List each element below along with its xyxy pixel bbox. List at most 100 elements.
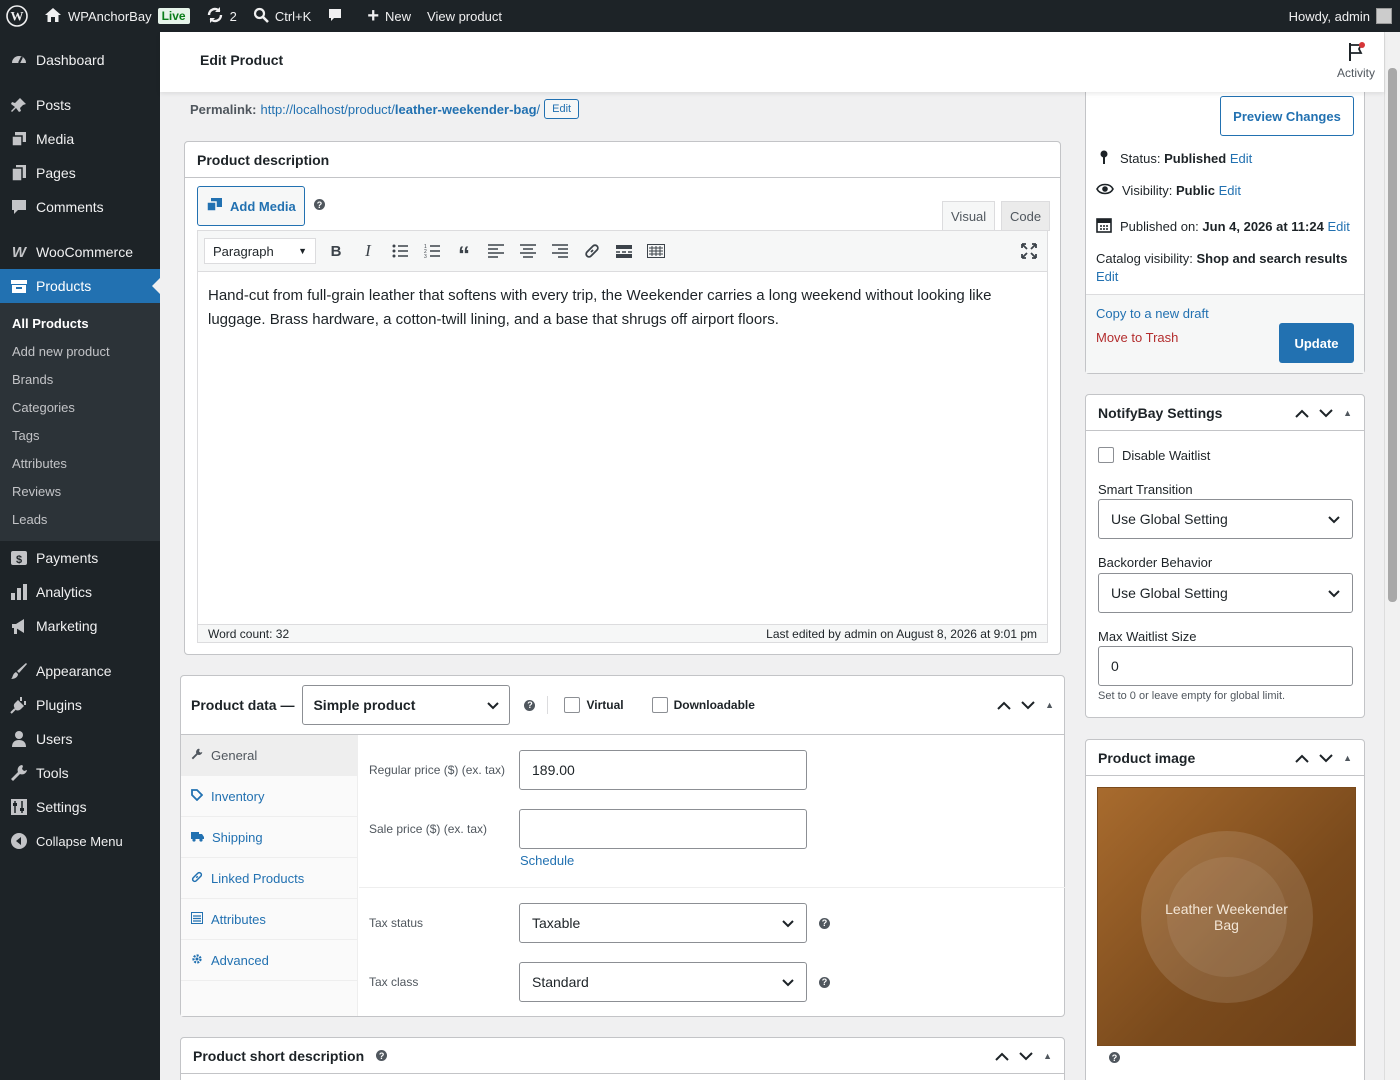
toolbar-toggle-icon[interactable] — [644, 239, 668, 263]
move-up-icon[interactable] — [1295, 405, 1309, 421]
virtual-checkbox[interactable]: Virtual — [564, 697, 624, 713]
menu-users[interactable]: Users — [0, 722, 160, 756]
submenu-attributes[interactable]: Attributes — [0, 450, 160, 478]
submenu-reviews[interactable]: Reviews — [0, 478, 160, 506]
command-search[interactable]: Ctrl+K — [245, 0, 319, 32]
new-content-link[interactable]: + New — [359, 0, 419, 32]
catalog-edit-link[interactable]: Edit — [1096, 269, 1118, 284]
menu-analytics[interactable]: Analytics — [0, 575, 160, 609]
disable-waitlist-checkbox[interactable]: Disable Waitlist — [1098, 447, 1210, 463]
menu-marketing[interactable]: Marketing — [0, 609, 160, 643]
menu-comments[interactable]: Comments — [0, 190, 160, 224]
link-icon[interactable] — [580, 239, 604, 263]
page-scrollbar[interactable] — [1384, 32, 1400, 1080]
product-image-thumbnail[interactable]: Leather Weekender Bag — [1097, 787, 1356, 1046]
regular-price-input[interactable]: 189.00 — [519, 750, 807, 790]
submenu-brands[interactable]: Brands — [0, 366, 160, 394]
tab-advanced[interactable]: Advanced — [181, 940, 357, 981]
format-select[interactable]: Paragraph ▼ — [204, 238, 316, 264]
checkbox[interactable] — [1098, 447, 1114, 463]
comments-link[interactable] — [319, 0, 351, 32]
move-up-icon[interactable] — [1295, 750, 1309, 766]
move-down-icon[interactable] — [1021, 697, 1035, 713]
tab-inventory[interactable]: Inventory — [181, 776, 357, 817]
wordpress-logo-icon[interactable]: W — [0, 0, 36, 32]
help-icon[interactable]: ? — [314, 199, 325, 210]
align-left-icon[interactable] — [484, 239, 508, 263]
move-to-trash-link[interactable]: Move to Trash — [1096, 330, 1178, 345]
published-edit-link[interactable]: Edit — [1327, 219, 1349, 234]
submenu-all-products[interactable]: All Products — [0, 310, 160, 338]
fullscreen-icon[interactable] — [1017, 239, 1041, 263]
tab-code[interactable]: Code — [1001, 201, 1051, 231]
avatar[interactable] — [1376, 8, 1392, 24]
help-icon[interactable]: ? — [1109, 1052, 1120, 1063]
add-media-button[interactable]: Add Media — [197, 186, 305, 226]
max-waitlist-input[interactable]: 0 — [1098, 646, 1353, 686]
howdy-text[interactable]: Howdy, admin — [1289, 9, 1370, 24]
copy-draft-link[interactable]: Copy to a new draft — [1096, 306, 1209, 321]
toggle-panel-icon[interactable]: ▲ — [1045, 700, 1054, 710]
update-button[interactable]: Update — [1279, 323, 1354, 363]
tax-class-select[interactable]: Standard — [519, 962, 807, 1002]
menu-appearance[interactable]: Appearance — [0, 654, 160, 688]
help-icon[interactable]: ? — [376, 1050, 388, 1061]
menu-collapse[interactable]: Collapse Menu — [0, 824, 160, 858]
downloadable-checkbox[interactable]: Downloadable — [651, 697, 755, 713]
permalink-edit-button[interactable]: Edit — [544, 99, 580, 119]
checkbox[interactable] — [651, 697, 668, 713]
tab-shipping[interactable]: Shipping — [181, 817, 357, 858]
bold-icon[interactable]: B — [324, 239, 348, 263]
status-edit-link[interactable]: Edit — [1230, 151, 1252, 166]
move-down-icon[interactable] — [1319, 405, 1333, 421]
preview-changes-button[interactable]: Preview Changes — [1220, 96, 1354, 136]
scrollbar-thumb[interactable] — [1388, 68, 1397, 602]
product-type-select[interactable]: Simple product — [302, 685, 511, 725]
updates-link[interactable]: 2 — [198, 0, 245, 32]
menu-media[interactable]: Media — [0, 122, 160, 156]
backorder-select[interactable]: Use Global Setting — [1098, 573, 1353, 613]
menu-plugins[interactable]: Plugins — [0, 688, 160, 722]
menu-woocommerce[interactable]: W WooCommerce — [0, 235, 160, 269]
sale-price-input[interactable] — [519, 809, 807, 849]
toggle-panel-icon[interactable]: ▲ — [1343, 753, 1352, 763]
site-name-link[interactable]: WPAnchorBay Live — [36, 0, 198, 32]
submenu-tags[interactable]: Tags — [0, 422, 160, 450]
activity-button[interactable]: Activity — [1326, 42, 1386, 80]
submenu-add-new-product[interactable]: Add new product — [0, 338, 160, 366]
move-up-icon[interactable] — [995, 1048, 1009, 1064]
tab-general[interactable]: General — [181, 735, 357, 776]
numbered-list-icon[interactable]: 123 — [420, 239, 444, 263]
tax-status-select[interactable]: Taxable — [519, 903, 807, 943]
blockquote-icon[interactable]: “ — [452, 239, 476, 268]
toggle-panel-icon[interactable]: ▲ — [1343, 408, 1352, 418]
bullet-list-icon[interactable] — [388, 239, 412, 263]
smart-transition-select[interactable]: Use Global Setting — [1098, 499, 1353, 539]
view-product-link[interactable]: View product — [419, 0, 510, 32]
checkbox[interactable] — [564, 697, 581, 713]
permalink-url[interactable]: http://localhost/product/leather-weekend… — [260, 102, 540, 117]
read-more-icon[interactable] — [612, 239, 636, 263]
tab-visual[interactable]: Visual — [942, 201, 996, 231]
menu-dashboard[interactable]: Dashboard — [0, 43, 160, 77]
menu-pages[interactable]: Pages — [0, 156, 160, 190]
align-center-icon[interactable] — [516, 239, 540, 263]
schedule-link[interactable]: Schedule — [520, 853, 574, 868]
editor-content[interactable]: Hand-cut from full-grain leather that so… — [198, 272, 1047, 625]
move-up-icon[interactable] — [997, 697, 1011, 713]
menu-payments[interactable]: $ Payments — [0, 541, 160, 575]
help-icon[interactable]: ? — [819, 917, 830, 929]
menu-tools[interactable]: Tools — [0, 756, 160, 790]
menu-posts[interactable]: Posts — [0, 88, 160, 122]
tab-linked-products[interactable]: Linked Products — [181, 858, 357, 899]
menu-products[interactable]: Products — [0, 269, 160, 303]
toggle-panel-icon[interactable]: ▲ — [1043, 1051, 1052, 1061]
tab-attributes[interactable]: Attributes — [181, 899, 357, 940]
move-down-icon[interactable] — [1019, 1048, 1033, 1064]
align-right-icon[interactable] — [548, 239, 572, 263]
move-down-icon[interactable] — [1319, 750, 1333, 766]
help-icon[interactable]: ? — [819, 976, 830, 988]
menu-settings[interactable]: Settings — [0, 790, 160, 824]
italic-icon[interactable]: I — [356, 239, 380, 263]
visibility-edit-link[interactable]: Edit — [1219, 183, 1241, 198]
